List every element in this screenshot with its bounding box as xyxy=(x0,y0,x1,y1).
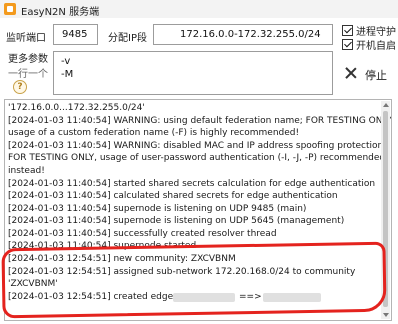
scroll-down-arrow-icon[interactable] xyxy=(383,313,389,317)
log-line: [2024-01-03 11:40:54] WARNING: disabled … xyxy=(8,141,387,151)
port-label: 监听端口 xyxy=(6,33,46,44)
log-line: usage of a custom federation name (-F) i… xyxy=(8,128,300,138)
log-line: [2024-01-03 12:54:51] assigned sub-netwo… xyxy=(8,267,356,277)
log-line: 'ZXCVBNM' xyxy=(8,279,58,289)
log-line: [2024-01-03 12:54:51] new community: ZXC… xyxy=(8,254,236,264)
log-output[interactable]: '172.16.0.0...172.32.255.0/24' [2024-01-… xyxy=(4,99,392,321)
log-line: [2024-01-03 11:40:54] supernode is liste… xyxy=(8,204,307,214)
log-line: '172.16.0.0...172.32.255.0/24' xyxy=(8,103,145,113)
log-line: FOR TESTING ONLY, usage of user-password… xyxy=(8,153,386,163)
params-sub-label: 一行一个 xyxy=(8,69,48,80)
log-line: [2024-01-03 11:40:54] successfully creat… xyxy=(8,229,277,239)
window-title: EasyN2N 服务端 xyxy=(21,7,100,18)
scroll-up-arrow-icon[interactable] xyxy=(383,103,389,107)
autostart-label: 开机自启 xyxy=(356,41,396,52)
autostart-checkbox-box[interactable] xyxy=(342,39,353,50)
title-bar: EasyN2N 服务端 xyxy=(0,0,398,18)
log-scrollbar[interactable] xyxy=(381,101,390,319)
redacted-edge-address xyxy=(173,293,235,302)
ip-range-input[interactable]: 172.16.0.0-172.32.255.0/24 xyxy=(153,24,333,45)
autostart-checkbox[interactable]: 开机自启 xyxy=(342,37,396,52)
stop-button[interactable]: 停止 xyxy=(365,67,387,83)
log-line: [2024-01-03 11:40:54] calculated shared … xyxy=(8,191,338,201)
log-line: [2024-01-03 11:40:54] WARNING: using def… xyxy=(8,116,392,126)
app-icon xyxy=(4,3,16,15)
log-line: [2024-01-03 12:54:51] created edge xyxy=(8,292,174,302)
log-line: instead! xyxy=(8,166,45,176)
ip-range-label: 分配IP段 xyxy=(108,33,147,44)
help-icon[interactable]: ? xyxy=(13,80,27,94)
log-line-arrow: ==> xyxy=(239,292,262,302)
daemon-checkbox[interactable]: 进程守护 xyxy=(342,23,396,38)
log-line: [2024-01-03 11:40:54] started shared sec… xyxy=(8,179,376,189)
port-input[interactable]: 9485 xyxy=(53,24,98,45)
daemon-label: 进程守护 xyxy=(356,27,396,38)
params-label: 更多参数 xyxy=(8,54,48,65)
redacted-edge-target xyxy=(263,293,321,302)
params-textarea[interactable]: -v -M xyxy=(53,51,333,95)
close-icon[interactable] xyxy=(344,66,358,80)
scroll-thumb[interactable] xyxy=(383,111,388,307)
daemon-checkbox-box[interactable] xyxy=(342,25,353,36)
log-line: [2024-01-03 11:40:54] supernode started xyxy=(8,241,197,251)
log-line: [2024-01-03 11:40:54] supernode is liste… xyxy=(8,216,345,226)
